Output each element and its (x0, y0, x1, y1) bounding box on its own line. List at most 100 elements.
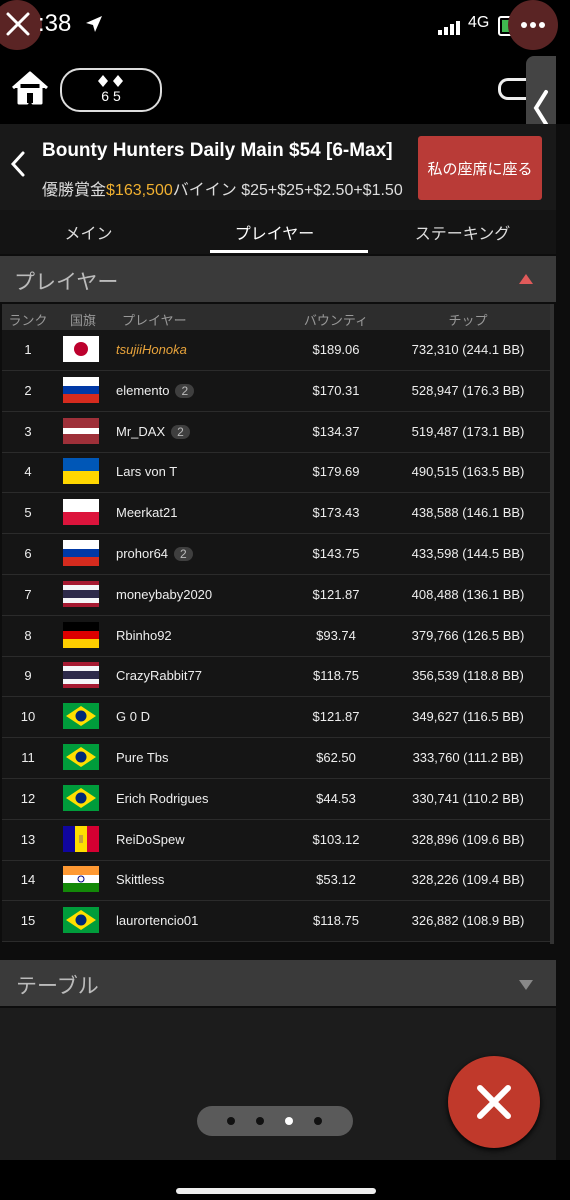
row-chips: 408,488 (136.1 BB) (411, 586, 525, 602)
row-rank: 15 (20, 913, 36, 929)
tab-players[interactable]: プレイヤー (182, 220, 367, 244)
table-row[interactable]: 5 Meerkat21 $173.43 438,588 (146.1 BB) (2, 493, 550, 535)
row-chips: 490,515 (163.5 BB) (411, 464, 525, 480)
table-row[interactable]: 3 Mr_DAX 2 $134.37 519,487 (173.1 BB) (2, 412, 550, 453)
row-player-name: Meerkat21 (116, 505, 178, 521)
row-chips: 356,539 (118.8 BB) (412, 668, 524, 684)
flag-br-icon (63, 744, 99, 770)
row-player-name: Pure Tbs (116, 750, 169, 765)
table-row[interactable]: 15 laurortencio01 $118.75 326,882 (108.9 BB… (2, 901, 550, 942)
flag-br-icon (63, 784, 99, 811)
table-count-badge: 2 (174, 547, 193, 561)
flag-th-icon (63, 580, 99, 607)
row-chips: 330,741 (110.2 BB) (412, 790, 524, 806)
blinds-value: 6 5 (101, 88, 121, 104)
row-bounty: $134.37 (312, 423, 360, 439)
players-table-body: 1 tsujiiHonoka $189.06 732,310 (244.1 BB) 2 e… (2, 330, 550, 942)
flag-br-icon (63, 703, 99, 730)
flag-ua-icon (63, 458, 99, 485)
row-rank: 8 (24, 627, 32, 643)
row-player-name: Mr_DAX 2 (116, 424, 190, 439)
home-icon[interactable] (10, 70, 50, 106)
flag-de-icon (63, 621, 99, 648)
row-rank: 7 (24, 586, 32, 602)
close-overlay-button[interactable] (0, 0, 42, 50)
blinds-pill[interactable]: 6 5 (60, 68, 162, 112)
page-dot[interactable] (285, 1117, 293, 1125)
table-row[interactable]: 11 Pure Tbs $62.50 333,760 (111.2 BB) (2, 738, 550, 779)
flag-ru-icon (63, 376, 99, 403)
row-rank: 9 (24, 668, 32, 684)
row-chips: 438,588 (146.1 BB) (411, 505, 525, 521)
row-chips: 732,310 (244.1 BB) (411, 342, 525, 357)
row-chips: 379,766 (126.5 BB) (411, 627, 525, 643)
row-player-name: elemento 2 (116, 383, 195, 398)
table-row[interactable]: 2 elemento 2 $170.31 528,947 (176.3 BB) (2, 371, 550, 412)
page-dot[interactable] (227, 1117, 235, 1125)
players-section-title: プレイヤー (14, 270, 119, 294)
table-row[interactable]: 14 Skittless $53.12 328,226 (109.4 BB) (2, 860, 550, 902)
flag-ru-icon (63, 540, 99, 566)
row-bounty: $62.50 (316, 750, 356, 765)
table-scrollbar[interactable] (550, 304, 554, 944)
table-row[interactable]: 10 G 0 D $121.87 349,627 (116.5 BB) (2, 697, 550, 739)
close-icon (6, 12, 30, 36)
row-chips: 349,627 (116.5 BB) (412, 709, 524, 725)
page-dot[interactable] (314, 1117, 322, 1125)
row-player-name: Erich Rodrigues (116, 790, 209, 806)
table-row[interactable]: 6 prohor64 2 $143.75 433,598 (144.5 BB) (2, 534, 550, 575)
players-table-header: ランク 国旗 プレイヤー バウンティ チップ (2, 304, 550, 330)
more-options-button[interactable] (508, 0, 558, 50)
close-button[interactable] (448, 1056, 540, 1148)
row-bounty: $121.87 (312, 586, 360, 602)
column-bounty[interactable]: バウンティ (288, 310, 384, 329)
table-row[interactable]: 7 moneybaby2020 $121.87 408,488 (136.1 BB) (2, 575, 550, 616)
column-flag[interactable]: 国旗 (56, 310, 110, 329)
bottom-safe-area (0, 1160, 570, 1200)
row-bounty: $173.43 (312, 505, 360, 521)
page-indicator[interactable] (197, 1106, 353, 1136)
table-count-badge: 2 (171, 424, 190, 439)
tab-staking[interactable]: ステーキング (370, 220, 555, 244)
table-row[interactable]: 4 Lars von T $179.69 490,515 (163.5 BB) (2, 452, 550, 494)
tournament-title: Bounty Hunters Daily Main $54 [6-Max] (42, 140, 393, 161)
row-rank: 4 (24, 464, 32, 480)
table-row[interactable]: 12 Erich Rodrigues $44.53 330,741 (110.2 BB… (2, 779, 550, 820)
table-row[interactable]: 8 Rbinho92 $93.74 379,766 (126.5 BB) (2, 616, 550, 657)
column-rank[interactable]: ランク (2, 310, 54, 329)
row-player-name: Skittless (116, 872, 165, 888)
flag-pl-icon (63, 499, 99, 526)
row-player-name: prohor64 2 (116, 546, 193, 561)
network-type: 4G (468, 14, 490, 31)
column-player[interactable]: プレイヤー (122, 310, 187, 329)
row-bounty: $170.31 (312, 382, 360, 398)
spades-icon (98, 75, 123, 87)
flag-br-icon (63, 907, 99, 934)
table-row[interactable]: 9 CrazyRabbit77 $118.75 356,539 (118.8 BB) (2, 656, 550, 698)
home-indicator[interactable] (176, 1188, 376, 1194)
back-chevron-icon[interactable] (8, 150, 28, 178)
tables-section-title: テーブル (16, 974, 99, 998)
table-row[interactable]: 1 tsujiiHonoka $189.06 732,310 (244.1 BB) (2, 330, 550, 371)
row-rank: 1 (24, 342, 32, 357)
prize-line: 優勝賞金$163,500バイイン $25+$25+$2.50+$1.50 (42, 176, 403, 200)
page-dot[interactable] (256, 1117, 264, 1125)
row-chips: 433,598 (144.5 BB) (411, 546, 525, 561)
row-rank: 12 (20, 790, 36, 806)
flag-in-icon (63, 866, 99, 893)
more-dots-icon (521, 22, 545, 28)
table-row[interactable]: 13 ReiDoSpew $103.12 328,896 (109.6 BB) (2, 820, 550, 861)
row-rank: 11 (21, 750, 35, 765)
row-chips: 519,487 (173.1 BB) (411, 423, 525, 439)
tab-main[interactable]: メイン (0, 220, 181, 244)
row-bounty: $189.06 (312, 342, 360, 357)
players-section-header[interactable]: プレイヤー (0, 256, 556, 302)
row-player-name: tsujiiHonoka (116, 342, 187, 357)
take-my-seat-button[interactable]: 私の座席に座る (418, 136, 542, 200)
collapse-triangle-icon (519, 274, 533, 284)
row-bounty: $103.12 (312, 831, 360, 847)
row-chips: 328,896 (109.6 BB) (411, 831, 525, 847)
row-rank: 14 (20, 872, 36, 888)
column-chips[interactable]: チップ (388, 310, 548, 329)
tables-section-header[interactable]: テーブル (0, 960, 556, 1006)
